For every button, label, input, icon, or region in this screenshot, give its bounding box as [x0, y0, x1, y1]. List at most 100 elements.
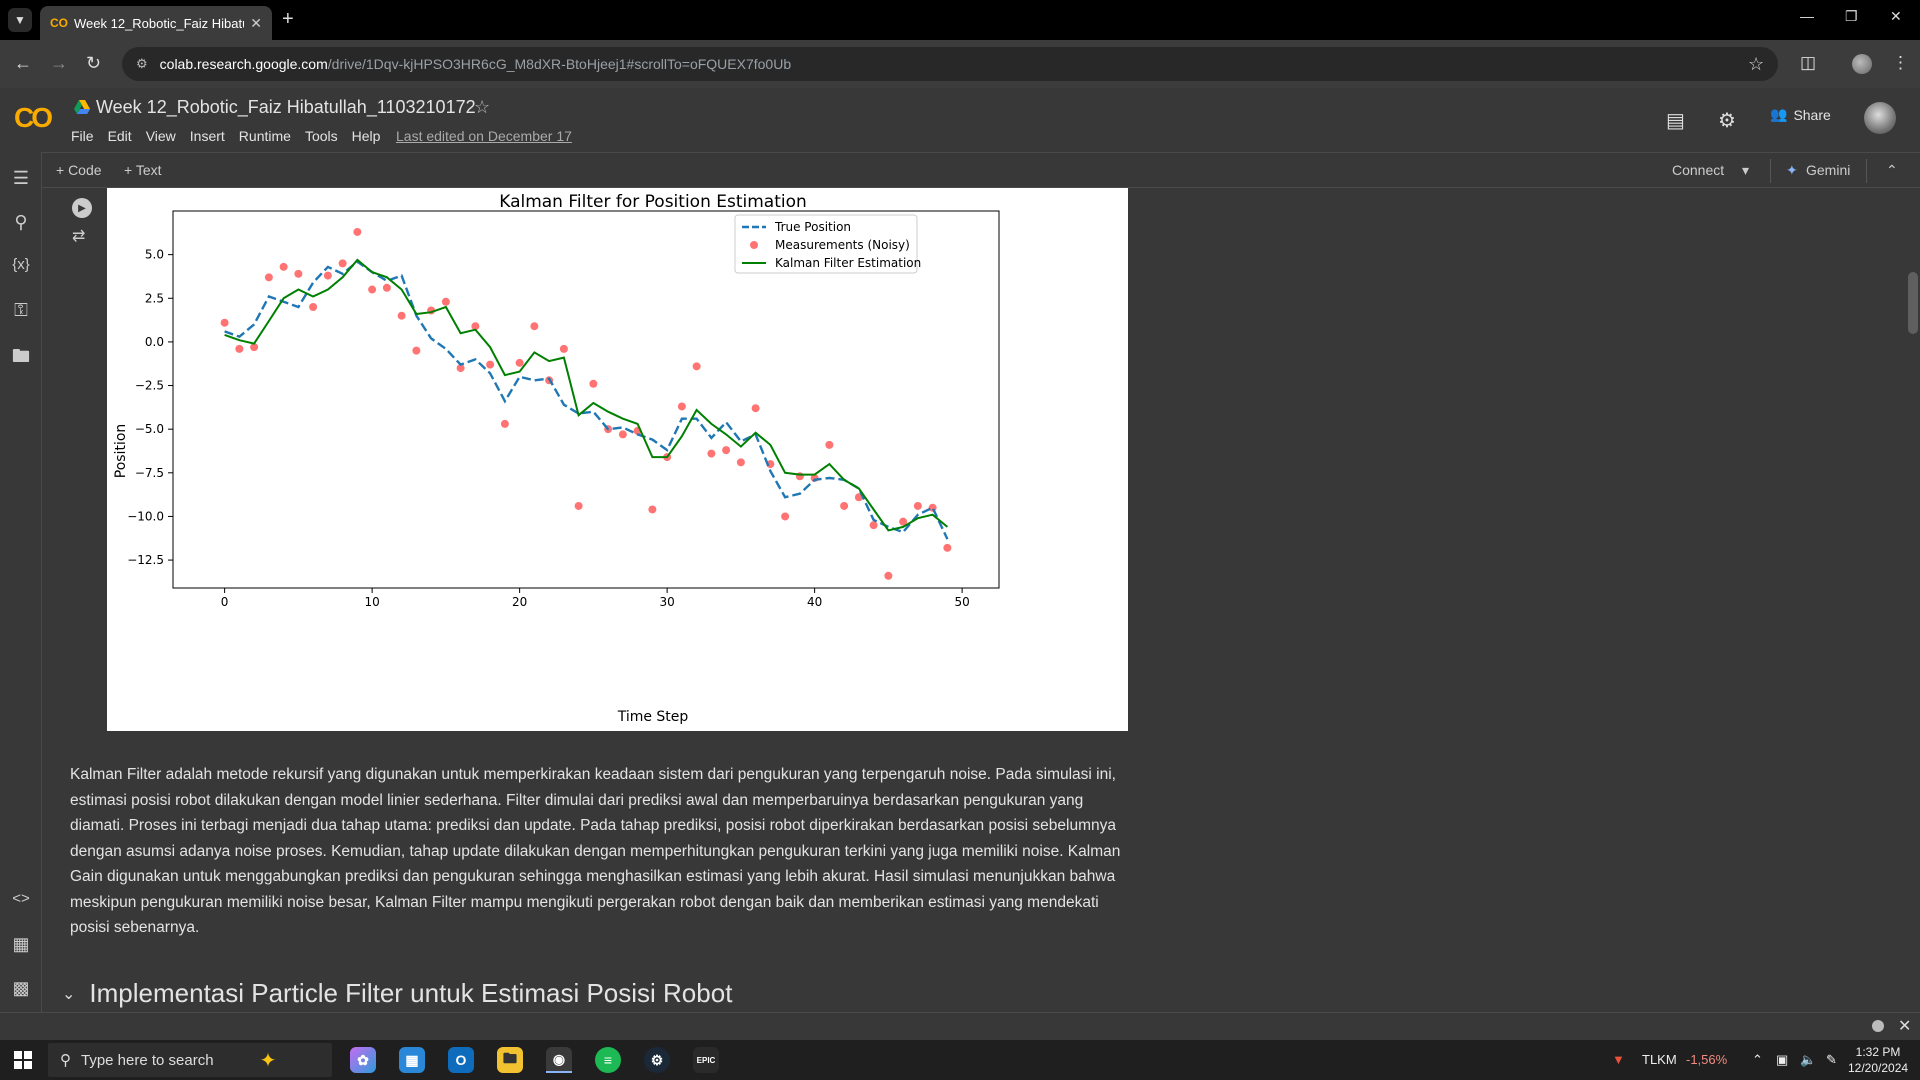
measurement-point [781, 512, 790, 521]
tab-search-button[interactable]: ▼ [8, 8, 32, 32]
settings-gear-icon[interactable]: ⚙ [1718, 108, 1736, 133]
new-tab-icon[interactable]: + [282, 8, 294, 31]
files-folder-icon[interactable]: 🖿 [10, 344, 32, 374]
y-tick-label: −12.5 [127, 553, 164, 567]
measurement-point [279, 262, 288, 271]
x-tick-label: 0 [221, 595, 229, 609]
browser-menu-icon[interactable]: ⋮ [1892, 53, 1909, 73]
measurement-point [825, 440, 834, 449]
toolbar-divider [1770, 159, 1771, 183]
secrets-key-icon[interactable]: ⚿ [10, 300, 32, 321]
taskbar-clock[interactable]: 1:32 PM 12/20/2024 [1848, 1044, 1908, 1076]
collapse-header-chevron-icon[interactable]: ⌃ [1886, 162, 1898, 179]
clock-date: 12/20/2024 [1848, 1061, 1909, 1075]
stock-widget-icon: ▼ [1612, 1052, 1625, 1067]
terminal-icon[interactable]: ▩ [10, 978, 32, 999]
chart-title: Kalman Filter for Position Estimation [499, 192, 807, 212]
pen-icon[interactable]: ✎ [1826, 1052, 1837, 1068]
account-avatar[interactable] [1864, 102, 1896, 134]
add-code-button[interactable]: + Code [56, 162, 102, 178]
close-window-icon[interactable]: ✕ [1890, 8, 1902, 25]
back-icon[interactable]: ← [14, 53, 32, 74]
measurement-point [884, 571, 893, 580]
connect-dropdown-chevron-icon[interactable]: ▾ [1742, 162, 1749, 179]
output-options-icon[interactable]: ⇄ [72, 226, 85, 246]
star-notebook-icon[interactable]: ☆ [474, 97, 490, 118]
run-cell-button[interactable]: ▶ [72, 198, 92, 218]
windows-start-icon[interactable] [14, 1051, 32, 1069]
url-field[interactable]: ⚙ colab.research.google.com/drive/1Dqv-k… [122, 47, 1778, 81]
connect-button[interactable]: Connect [1672, 162, 1724, 178]
last-edited-link[interactable]: Last edited on December 17 [396, 128, 572, 144]
measurement-point [235, 344, 244, 353]
comments-icon[interactable]: ▤ [1666, 108, 1685, 133]
x-tick-label: 50 [954, 595, 969, 609]
colab-logo[interactable]: CO [14, 102, 53, 134]
search-highlight-icon: ✦ [259, 1049, 277, 1072]
browser-tab[interactable]: CO Week 12_Robotic_Faiz Hibatullah_11032… [40, 6, 272, 40]
bookmark-star-icon[interactable]: ☆ [1748, 54, 1764, 75]
measurement-point [736, 458, 745, 467]
forward-icon[interactable]: → [50, 53, 68, 74]
menu-edit[interactable]: Edit [108, 128, 132, 144]
left-sidebar: ☰ ⚲ {x} ⚿ 🖿 <> ▦ ▩ [0, 152, 42, 1012]
menu-tools[interactable]: Tools [305, 128, 338, 144]
notebook-title[interactable]: Week 12_Robotic_Faiz Hibatullah_11032101… [96, 97, 476, 118]
measurement-point [722, 446, 731, 455]
variables-icon[interactable]: {x} [10, 256, 32, 273]
chrome-icon[interactable]: ◉ [546, 1047, 572, 1073]
menu-file[interactable]: File [71, 128, 94, 144]
file-explorer-icon[interactable]: 🖿 [497, 1047, 523, 1073]
search-icon[interactable]: ⚲ [10, 212, 32, 233]
measurement-point [677, 402, 686, 411]
tray-overflow-chevron-icon[interactable]: ⌃ [1752, 1052, 1763, 1068]
section-heading-text: Implementasi Particle Filter untuk Estim… [89, 978, 733, 1008]
measurement-point [486, 360, 495, 369]
notebook-scrollbar[interactable] [1908, 272, 1918, 334]
measurement-point [943, 543, 952, 552]
measurement-point [397, 311, 406, 320]
gemini-sparkle-icon: ✦ [1786, 162, 1798, 178]
menu-runtime[interactable]: Runtime [239, 128, 291, 144]
collapse-section-chevron-icon[interactable]: ⌄ [62, 984, 75, 1004]
taskbar-search-input[interactable]: ⚲ Type here to search ✦ [48, 1043, 332, 1077]
menu-help[interactable]: Help [352, 128, 381, 144]
section-heading[interactable]: ⌄ Implementasi Particle Filter untuk Est… [62, 978, 732, 1009]
x-tick-label: 10 [364, 595, 379, 609]
extensions-icon[interactable]: ◫ [1800, 53, 1816, 73]
people-icon: 👥 [1770, 106, 1788, 122]
colab-header: CO Week 12_Robotic_Faiz Hibatullah_11032… [0, 88, 1920, 151]
add-text-button[interactable]: + Text [124, 162, 162, 178]
store-icon[interactable]: ▦ [399, 1047, 425, 1073]
y-tick-label: 5.0 [145, 248, 164, 262]
minimize-icon[interactable]: — [1800, 8, 1814, 24]
measurement-point [574, 501, 583, 510]
stock-name[interactable]: TLKM [1642, 1052, 1677, 1067]
measurement-point [869, 521, 878, 530]
share-button[interactable]: 👥 Share [1770, 106, 1831, 123]
measurement-point [692, 362, 701, 371]
code-snippets-icon[interactable]: <> [10, 890, 32, 907]
spotify-icon[interactable]: ≡ [595, 1047, 621, 1073]
steam-icon[interactable]: ⚙ [644, 1047, 670, 1073]
menu-insert[interactable]: Insert [190, 128, 225, 144]
chart-background [107, 188, 1128, 731]
volume-icon[interactable]: 🔈 [1800, 1052, 1816, 1068]
restore-icon[interactable]: ❐ [1845, 8, 1858, 25]
epic-games-icon[interactable]: EPIC [693, 1047, 719, 1073]
gemini-button[interactable]: Gemini [1806, 162, 1850, 178]
x-tick-label: 20 [512, 595, 527, 609]
menu-view[interactable]: View [146, 128, 176, 144]
table-of-contents-icon[interactable]: ☰ [10, 168, 32, 189]
close-tab-icon[interactable]: ✕ [250, 15, 262, 32]
network-icon[interactable]: ▣ [1776, 1052, 1788, 1068]
measurement-point [515, 358, 524, 367]
reload-icon[interactable]: ↻ [86, 53, 101, 74]
copilot-icon[interactable]: ✿ [350, 1047, 376, 1073]
site-info-icon[interactable]: ⚙ [136, 56, 148, 72]
profile-avatar-small[interactable] [1852, 54, 1872, 74]
close-status-icon[interactable]: ✕ [1898, 1016, 1911, 1036]
outlook-icon[interactable]: O [448, 1047, 474, 1073]
command-palette-icon[interactable]: ▦ [10, 934, 32, 955]
markdown-text-cell[interactable]: Kalman Filter adalah metode rekursif yan… [70, 762, 1130, 941]
